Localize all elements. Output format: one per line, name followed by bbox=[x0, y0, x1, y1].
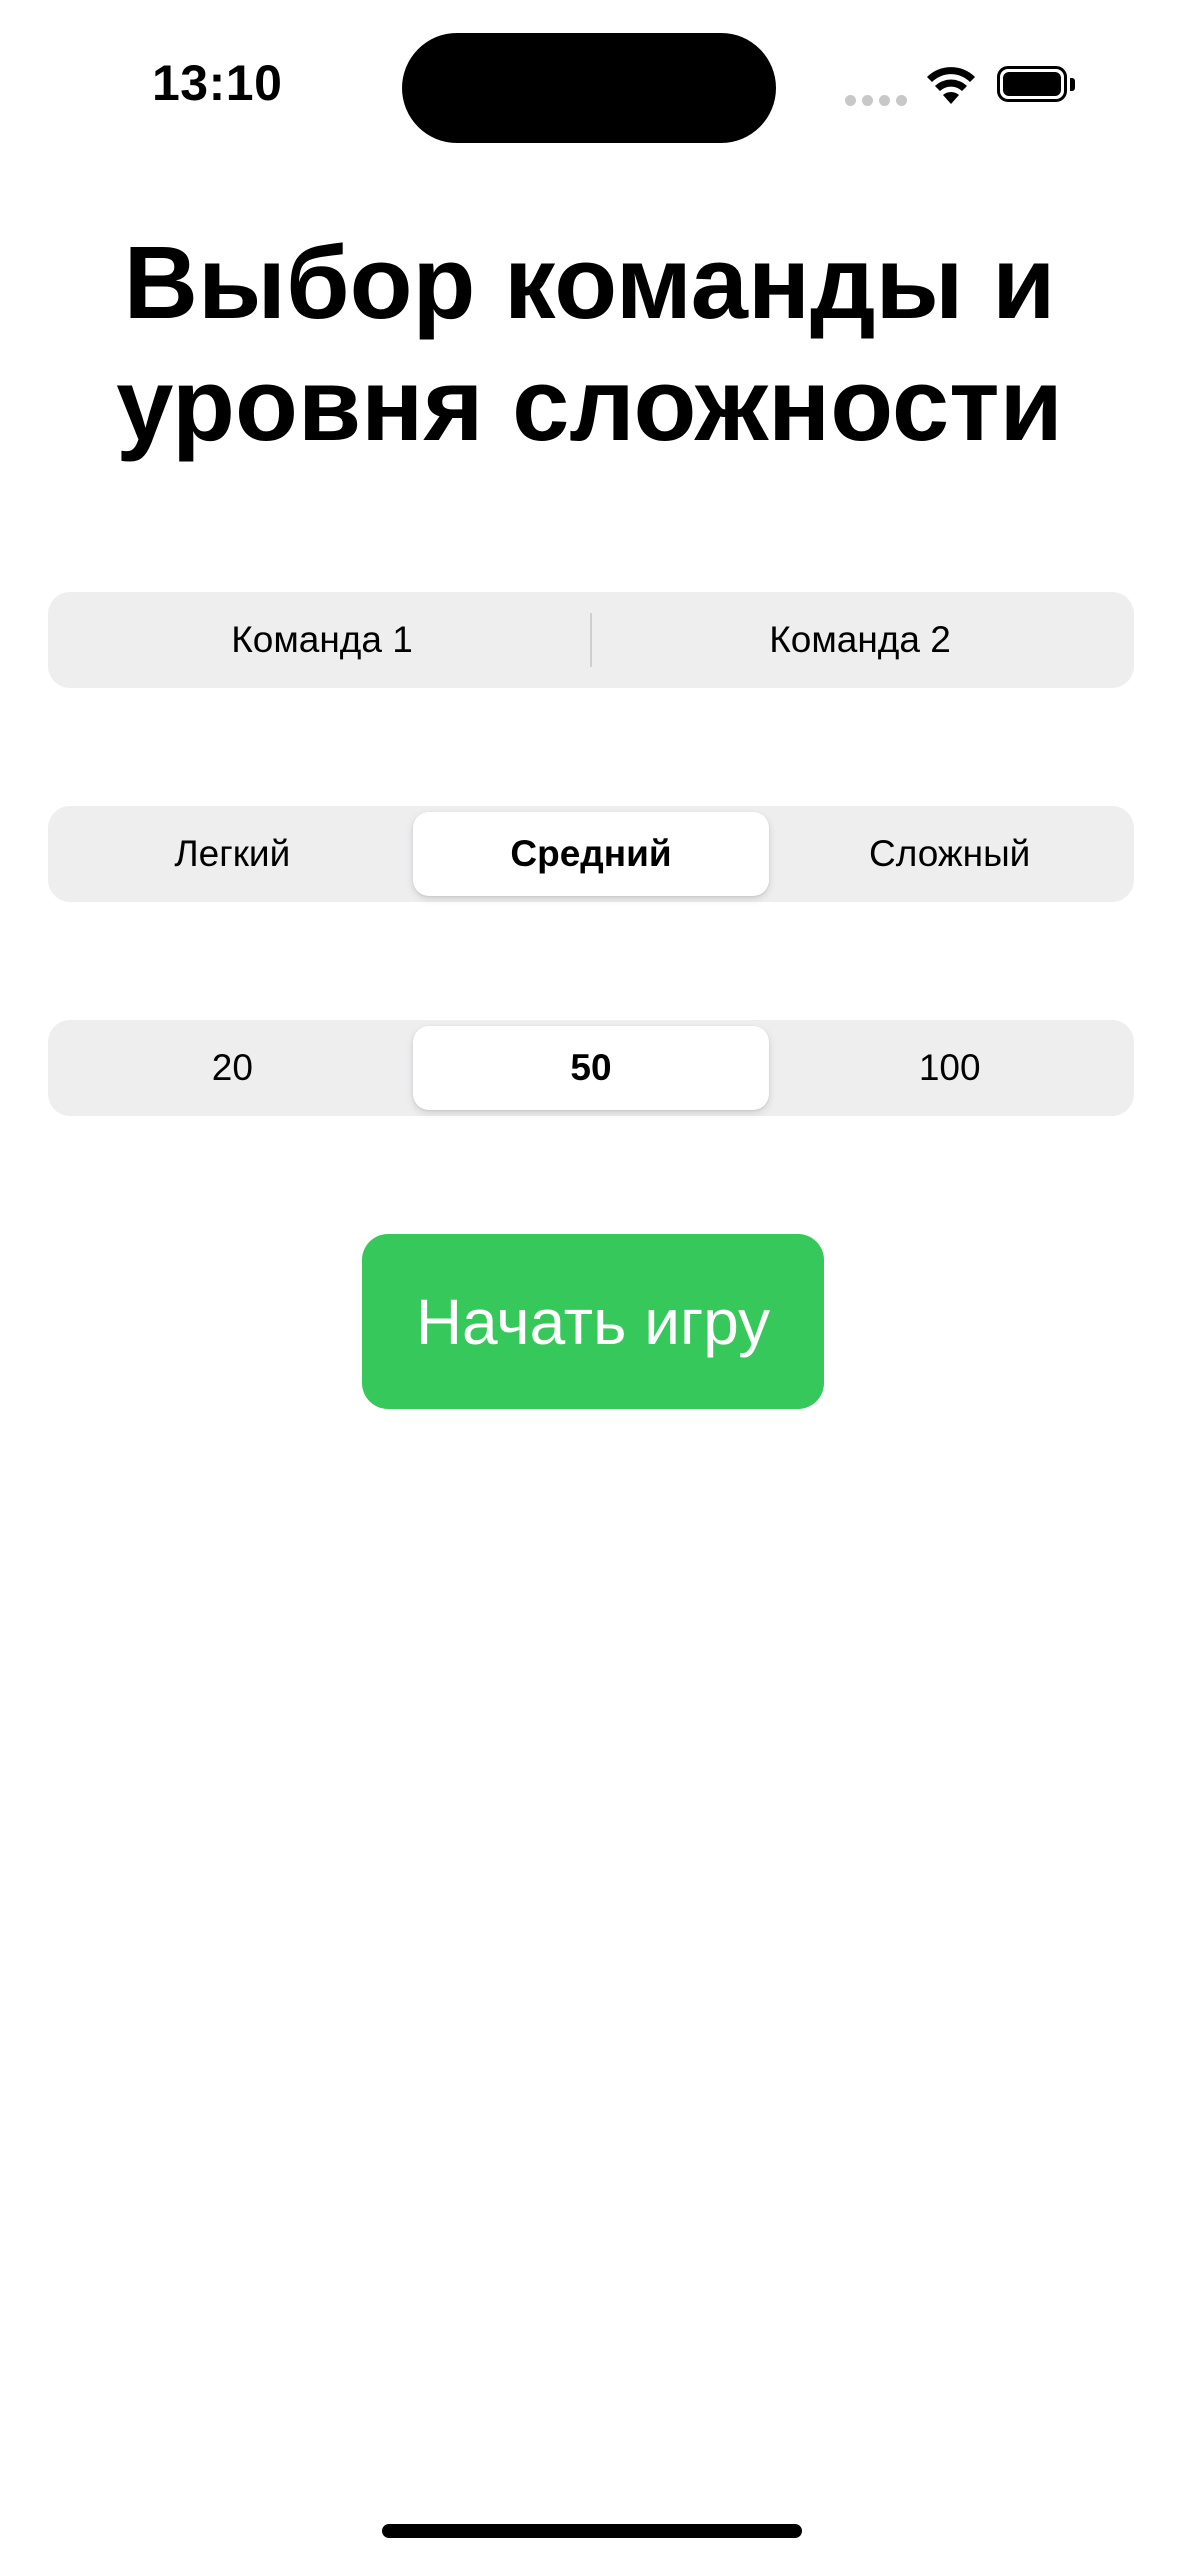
segment-team-1[interactable]: Команда 1 bbox=[54, 598, 590, 682]
segment-difficulty-hard[interactable]: Сложный bbox=[771, 812, 1128, 896]
word-count-segmented-control: 20 50 100 bbox=[48, 1020, 1134, 1116]
wifi-icon bbox=[927, 67, 975, 104]
page-title: Выбор команды и уровня сложности bbox=[0, 222, 1179, 466]
segment-count-50[interactable]: 50 bbox=[412, 1026, 770, 1110]
segment-count-20[interactable]: 20 bbox=[54, 1026, 411, 1110]
start-game-button[interactable]: Начать игру bbox=[362, 1234, 824, 1409]
battery-icon bbox=[997, 66, 1067, 102]
team-segmented-control: Команда 1 Команда 2 bbox=[48, 592, 1134, 688]
segment-count-100[interactable]: 100 bbox=[771, 1026, 1128, 1110]
battery-tip bbox=[1070, 78, 1075, 91]
status-icons bbox=[845, 62, 1085, 112]
segment-team-2[interactable]: Команда 2 bbox=[592, 598, 1128, 682]
segment-difficulty-medium[interactable]: Средний bbox=[412, 812, 770, 896]
difficulty-segmented-control: Легкий Средний Сложный bbox=[48, 806, 1134, 902]
page-title-line-1: Выбор команды и bbox=[123, 225, 1056, 340]
dynamic-island bbox=[402, 33, 776, 143]
status-time: 13:10 bbox=[152, 55, 283, 111]
home-indicator[interactable] bbox=[382, 2524, 802, 2538]
cellular-signal-icon bbox=[845, 95, 907, 109]
page-title-line-2: уровня сложности bbox=[116, 347, 1063, 462]
segment-difficulty-easy[interactable]: Легкий bbox=[54, 812, 411, 896]
